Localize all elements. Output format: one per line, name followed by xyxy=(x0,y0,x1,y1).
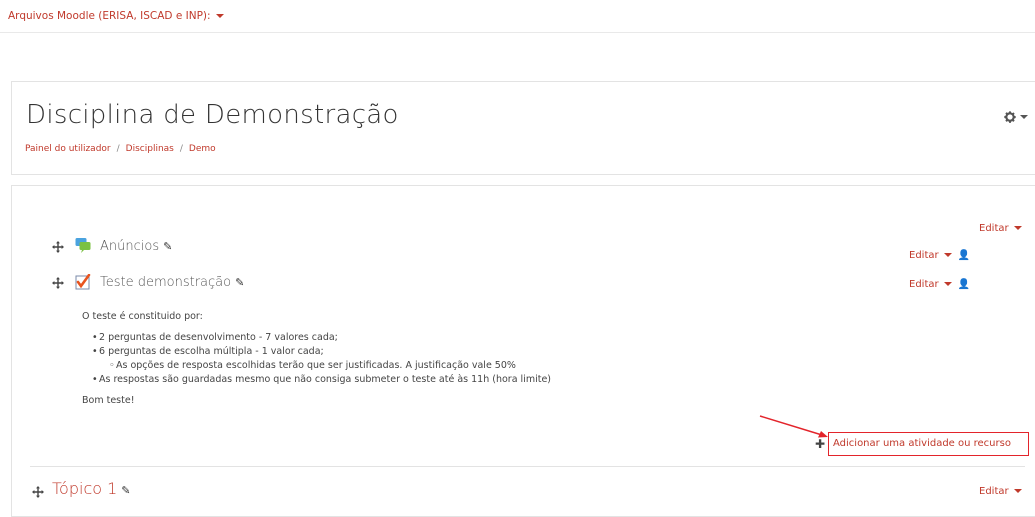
site-menu[interactable]: Arquivos Moodle (ERISA, ISCAD e INP): xyxy=(8,10,224,22)
page-title: Disciplina de Demonstração xyxy=(26,100,399,130)
activity-name: Anúncios xyxy=(100,239,160,254)
course-settings-menu[interactable] xyxy=(1003,106,1028,125)
move-icon[interactable] xyxy=(52,277,64,289)
chevron-down-icon xyxy=(1020,114,1028,119)
chevron-down-icon xyxy=(943,282,952,286)
edit-label: Editar xyxy=(909,250,939,261)
forum-icon xyxy=(75,238,91,253)
activity-edit-menu[interactable]: Editar 👤 xyxy=(909,250,970,261)
site-name: Arquivos Moodle (ERISA, ISCAD e INP): xyxy=(8,10,211,22)
breadcrumb-separator: / xyxy=(116,144,120,154)
section-title: Tópico 1 xyxy=(52,479,118,498)
activity-edit-menu[interactable]: Editar 👤 xyxy=(909,279,970,290)
list-item: 2 perguntas de desenvolvimento - 7 valor… xyxy=(92,331,551,345)
activity-link-teste[interactable]: Teste demonstração ✎ xyxy=(100,275,244,290)
top-navbar: Arquivos Moodle (ERISA, ISCAD e INP): xyxy=(0,0,1035,33)
breadcrumb-dashboard[interactable]: Painel do utilizador xyxy=(25,144,111,154)
pencil-icon[interactable]: ✎ xyxy=(121,484,130,497)
list-item: As respostas são guardadas mesmo que não… xyxy=(92,373,551,387)
section-title-topic1[interactable]: Tópico 1 ✎ xyxy=(52,479,131,498)
gear-icon xyxy=(1004,110,1016,123)
activity-link-anuncios[interactable]: Anúncios ✎ xyxy=(100,239,172,254)
list-item-text: 6 perguntas de escolha múltipla - 1 valo… xyxy=(99,346,324,357)
breadcrumb-courses[interactable]: Disciplinas xyxy=(126,144,174,154)
chevron-down-icon xyxy=(1013,226,1022,230)
section-divider xyxy=(30,466,1025,467)
breadcrumb-demo[interactable]: Demo xyxy=(189,144,216,154)
page-header: Disciplina de Demonstração Painel do uti… xyxy=(11,81,1035,175)
description-list: 2 perguntas de desenvolvimento - 7 valor… xyxy=(82,331,551,387)
activity-name: Teste demonstração xyxy=(100,275,232,290)
move-icon[interactable] xyxy=(32,486,44,498)
list-item: 6 perguntas de escolha múltipla - 1 valo… xyxy=(92,345,551,373)
pencil-icon[interactable]: ✎ xyxy=(163,240,172,253)
sublist-item: As opções de resposta escolhidas terão q… xyxy=(109,359,551,373)
move-icon[interactable] xyxy=(52,241,64,253)
chevron-down-icon xyxy=(215,14,224,18)
chevron-down-icon xyxy=(943,253,952,257)
description-sublist: As opções de resposta escolhidas terão q… xyxy=(99,359,551,373)
user-icon[interactable]: 👤 xyxy=(958,279,970,290)
chevron-down-icon xyxy=(1013,489,1022,493)
section-edit-menu[interactable]: Editar xyxy=(979,486,1022,497)
description-closing: Bom teste! xyxy=(82,395,135,406)
breadcrumb: Painel do utilizador / Disciplinas / Demo xyxy=(25,144,216,154)
add-activity-link[interactable]: Adicionar uma atividade ou recurso xyxy=(833,438,1011,449)
edit-label: Editar xyxy=(979,486,1009,497)
breadcrumb-separator: / xyxy=(179,144,183,154)
plus-icon[interactable]: ✚ xyxy=(815,437,825,451)
user-icon[interactable]: 👤 xyxy=(958,250,970,261)
pencil-icon[interactable]: ✎ xyxy=(235,276,244,289)
section-edit-menu[interactable]: Editar xyxy=(979,223,1022,234)
activity-description: O teste é constituido por: 2 perguntas d… xyxy=(82,310,551,408)
edit-label: Editar xyxy=(979,223,1009,234)
edit-label: Editar xyxy=(909,279,939,290)
description-intro: O teste é constituido por: xyxy=(82,311,203,322)
quiz-icon xyxy=(75,274,91,290)
